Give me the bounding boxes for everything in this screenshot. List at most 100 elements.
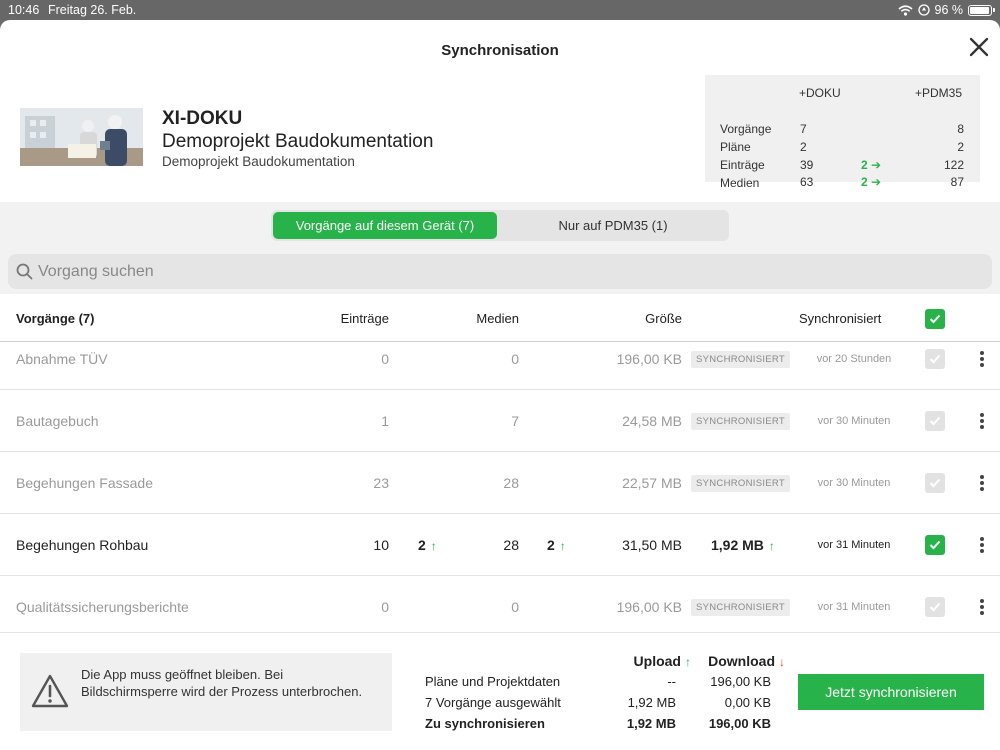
- more-icon[interactable]: [978, 351, 986, 371]
- row-checkbox[interactable]: [925, 349, 945, 369]
- stats-local-medien: 63: [800, 175, 814, 189]
- summary-label-total: Zu synchronisieren: [425, 716, 545, 731]
- battery-percentage: 96 %: [934, 3, 964, 17]
- project-name: XI-DOKU: [162, 108, 243, 129]
- table-header: Vorgänge (7) Einträge Medien Größe Synch…: [0, 294, 1000, 342]
- header-size: Größe: [645, 311, 682, 326]
- row-entries: 23: [373, 475, 389, 491]
- checkmark-icon: [929, 354, 941, 364]
- row-media: 7: [511, 413, 519, 429]
- stats-label-plaene: Pläne: [720, 140, 751, 154]
- row-checkbox[interactable]: [925, 597, 945, 617]
- table-row[interactable]: Qualitätssicherungsberichte 0 0 196,00 K…: [0, 576, 1000, 632]
- select-all-checkbox[interactable]: [925, 309, 945, 329]
- search-icon: [16, 263, 33, 280]
- row-sync-time: vor 31 Minuten: [817, 601, 891, 613]
- stats-remote-vorgaenge: 8: [957, 122, 964, 136]
- table-row[interactable]: Begehungen Rohbau 10 2 ↑ 28 2 ↑ 31,50 MB 1…: [0, 514, 1000, 576]
- stats-col-remote: +PDM35: [915, 86, 963, 100]
- close-button[interactable]: [968, 36, 990, 58]
- project-image: [20, 108, 143, 166]
- checkmark-icon: [929, 478, 941, 488]
- summary-download-total: 196,00 KB: [708, 716, 771, 731]
- arrow-down-icon: ↓: [779, 655, 785, 669]
- summary-download: 0,00 KB: [724, 695, 771, 710]
- row-checkbox[interactable]: [925, 535, 945, 555]
- checkmark-icon: [929, 416, 941, 426]
- warning-icon: [31, 674, 69, 708]
- segment-band: Vorgänge auf diesem Gerät (7) Nur auf PD…: [0, 202, 1000, 248]
- more-icon[interactable]: [978, 413, 986, 433]
- more-icon[interactable]: [978, 599, 986, 619]
- status-time: 10:46: [8, 3, 40, 17]
- tab-on-device[interactable]: Vorgänge auf diesem Gerät (7): [273, 212, 497, 239]
- more-icon[interactable]: [978, 537, 986, 557]
- row-entries: 0: [381, 599, 389, 615]
- upload-header: Upload ↑: [633, 653, 691, 669]
- row-size: 196,00 KB: [616, 599, 682, 615]
- arrow-right-icon: ➔: [867, 158, 882, 172]
- wifi-icon: [897, 4, 913, 16]
- stats-delta-eintraege: 2 ➔: [861, 158, 882, 172]
- row-sync-time: vor 20 Stunden: [816, 353, 892, 365]
- search-input[interactable]: [38, 254, 978, 289]
- crosshair-icon: +: [915, 86, 923, 100]
- row-name: Begehungen Rohbau: [16, 537, 149, 553]
- status-date: Freitag 26. Feb.: [48, 3, 137, 17]
- row-upload-size: 1,92 MB ↑: [711, 537, 775, 553]
- row-sync-time: vor 30 Minuten: [817, 415, 891, 427]
- search-band: [0, 248, 1000, 294]
- table-row[interactable]: Bautagebuch 1 7 24,58 MB SYNCHRONISIERT …: [0, 390, 1000, 452]
- project-title: Demoprojekt Baudokumentation: [162, 131, 434, 152]
- row-media: 0: [511, 599, 519, 615]
- tab-remote-only[interactable]: Nur auf PDM35 (1): [499, 212, 727, 239]
- crosshair-icon: +: [799, 86, 807, 100]
- warning-text: Die App muss geöffnet bleiben. Bei Bilds…: [81, 667, 363, 699]
- more-icon[interactable]: [978, 475, 986, 495]
- stats-local-vorgaenge: 7: [800, 122, 807, 136]
- stats-local-eintraege: 39: [800, 158, 814, 172]
- header-entries: Einträge: [340, 311, 389, 326]
- table-row[interactable]: Abnahme TÜV 0 0 196,00 KB SYNCHRONISIERT…: [0, 342, 1000, 390]
- battery-icon: [968, 4, 995, 16]
- row-entries: 10: [373, 537, 389, 553]
- arrow-right-icon: ➔: [867, 175, 882, 189]
- row-media-delta: 2 ↑: [547, 537, 566, 553]
- download-header: Download ↓: [708, 653, 785, 669]
- vorgaenge-list: Abnahme TÜV 0 0 196,00 KB SYNCHRONISIERT…: [0, 342, 1000, 632]
- row-media: 28: [503, 537, 519, 553]
- stats-remote-medien: 87: [950, 175, 964, 189]
- warning-notice: Die App muss geöffnet bleiben. Bei Bilds…: [20, 653, 392, 731]
- project-subtitle: Demoprojekt Baudokumentation: [162, 154, 355, 169]
- sync-dialog: Synchronisation XI-DOKU Demoprojekt Baud…: [0, 20, 1000, 750]
- status-badge: SYNCHRONISIERT: [691, 599, 791, 616]
- close-icon: [969, 37, 989, 57]
- segmented-control: Vorgänge auf diesem Gerät (7) Nur auf PD…: [271, 210, 729, 241]
- checkmark-icon: [929, 540, 941, 550]
- summary-upload: 1,92 MB: [627, 695, 676, 710]
- row-size: 196,00 KB: [616, 351, 682, 367]
- row-name: Abnahme TÜV: [16, 351, 108, 367]
- status-indicators: 96 %: [897, 3, 995, 17]
- arrow-up-icon: ↑: [685, 655, 691, 669]
- row-entries-delta: 2 ↑: [418, 537, 437, 553]
- search-field: [8, 254, 992, 289]
- sync-stats-table: +DOKU +PDM35 Vorgänge 7 8 Pläne 2 2 Eint…: [705, 75, 980, 190]
- status-badge: SYNCHRONISIERT: [691, 475, 791, 492]
- row-size: 22,57 MB: [622, 475, 682, 491]
- dialog-title: Synchronisation: [441, 42, 559, 59]
- row-name: Begehungen Fassade: [16, 475, 153, 491]
- stats-remote-plaene: 2: [957, 140, 964, 154]
- summary-upload-total: 1,92 MB: [626, 716, 676, 731]
- arrow-up-icon: ↑: [559, 539, 566, 553]
- row-checkbox[interactable]: [925, 473, 945, 493]
- table-row[interactable]: Begehungen Fassade 23 28 22,57 MB SYNCHR…: [0, 452, 1000, 514]
- row-entries: 0: [381, 351, 389, 367]
- sync-now-button[interactable]: Jetzt synchronisieren: [798, 674, 984, 710]
- row-name: Bautagebuch: [16, 413, 99, 429]
- header-synced: Synchronisiert: [799, 311, 882, 326]
- status-badge: SYNCHRONISIERT: [691, 413, 791, 430]
- row-checkbox[interactable]: [925, 411, 945, 431]
- sync-footer: Die App muss geöffnet bleiben. Bei Bilds…: [0, 632, 1000, 750]
- status-badge: SYNCHRONISIERT: [691, 351, 791, 368]
